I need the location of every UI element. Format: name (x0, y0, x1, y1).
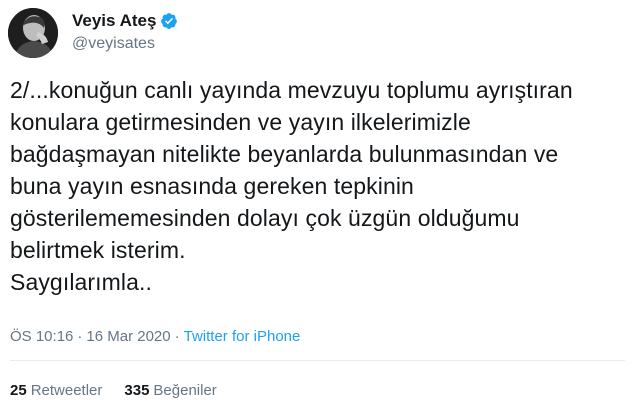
likes-stat[interactable]: 335 Beğeniler (124, 382, 216, 399)
tweet-text: 2/...konuğun canlı yayında mevzuyu toplu… (10, 77, 573, 295)
author-name-row: Veyis Ateş (72, 10, 178, 32)
verified-badge-icon (160, 12, 178, 30)
tweet-time[interactable]: ÖS 10:16 (10, 328, 73, 345)
meta-separator: · (77, 328, 83, 345)
retweets-label: Retweetler (30, 382, 103, 399)
tweet-card: Veyis Ateş @veyisates 2/...konuğun canlı… (0, 0, 635, 415)
tweet-meta: ÖS 10:16 · 16 Mar 2020 · Twitter for iPh… (10, 328, 300, 345)
retweets-stat[interactable]: 25 Retweetler (10, 382, 102, 399)
meta-separator-2: · (174, 328, 180, 345)
engagement-stats: 25 Retweetler 335 Beğeniler (10, 382, 217, 399)
author-handle[interactable]: @veyisates (72, 35, 155, 53)
likes-label: Beğeniler (153, 382, 217, 399)
profile-photo-icon (8, 8, 58, 58)
avatar[interactable] (8, 8, 58, 58)
tweet-date[interactable]: 16 Mar 2020 (86, 328, 170, 345)
author-display-name[interactable]: Veyis Ateş (72, 11, 156, 31)
tweet-source-link[interactable]: Twitter for iPhone (184, 328, 301, 345)
retweets-count: 25 (10, 382, 27, 399)
likes-count: 335 (124, 382, 150, 399)
stats-divider (10, 360, 625, 361)
